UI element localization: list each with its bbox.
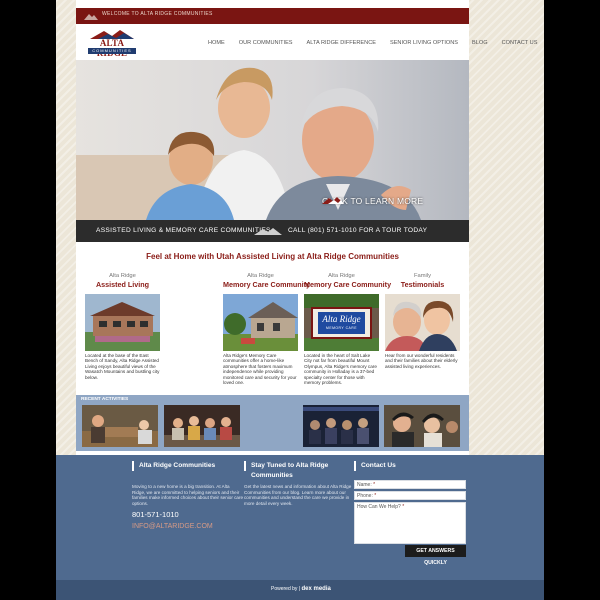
name-label: Name: bbox=[357, 482, 372, 488]
footer-about-title: Alta Ridge Communities bbox=[132, 461, 244, 471]
bottom-bar: Powered by | dex media bbox=[56, 580, 544, 600]
phone-label: Phone: bbox=[357, 493, 373, 499]
card-description: Located in the heart of Salt Lake City n… bbox=[304, 353, 377, 386]
recent-activities-strip: Recent Activities bbox=[76, 395, 469, 451]
banner-phone[interactable]: Call (801) 571-1010 for a Tour Today bbox=[288, 227, 427, 234]
activity-photo[interactable] bbox=[303, 405, 379, 447]
card-description: Alta Ridge's Memory Care communities off… bbox=[223, 353, 297, 386]
phone-field[interactable]: Phone: * bbox=[354, 491, 466, 500]
phone-banner: Assisted Living & Memory Care Communitie… bbox=[76, 220, 469, 242]
footer-phone[interactable]: 801-571-1010 bbox=[132, 510, 244, 519]
card-title[interactable]: Memory Care Community bbox=[223, 280, 310, 289]
recent-activities-label: Recent Activities bbox=[81, 397, 129, 402]
powered-by: Powered by | dex media bbox=[271, 586, 331, 592]
top-bar: Welcome to Alta Ridge Communities bbox=[76, 8, 469, 24]
logo-subtext: COMMUNITIES bbox=[88, 48, 136, 54]
card-title[interactable]: Memory Care Community bbox=[304, 280, 391, 289]
nav-blog[interactable]: BLOG bbox=[472, 40, 488, 46]
mountain-icon bbox=[254, 228, 282, 235]
building-photo[interactable] bbox=[85, 294, 160, 351]
activity-photo[interactable] bbox=[164, 405, 240, 447]
name-field[interactable]: Name: * bbox=[354, 480, 466, 489]
mountain-icon bbox=[322, 197, 344, 204]
community-card-memory-care-2[interactable]: Alta Ridge Memory Care Community Alta Ri… bbox=[304, 273, 391, 385]
nav-contact-us[interactable]: CONTACT US bbox=[502, 40, 538, 46]
footer-contact: Contact Us bbox=[354, 461, 469, 471]
footer-about-text: Moving to a new home is a big transition… bbox=[132, 484, 244, 506]
nav-our-communities[interactable]: OUR COMMUNITIES bbox=[239, 40, 293, 46]
main-nav: HOME OUR COMMUNITIES ALTA RIDGE DIFFEREN… bbox=[208, 40, 537, 46]
nav-senior-living-options[interactable]: SENIOR LIVING OPTIONS bbox=[390, 40, 458, 46]
community-card-assisted-living[interactable]: Alta Ridge Assisted Living Located at th… bbox=[85, 273, 160, 380]
footer-blog: Stay Tuned to Alta Ridge Communities Get… bbox=[244, 461, 352, 506]
hero-image[interactable]: Click to Learn More bbox=[76, 60, 469, 220]
testimonials-card[interactable]: Family Testimonials Hear from our wonder… bbox=[385, 273, 460, 369]
required-marker: * bbox=[402, 504, 405, 510]
card-pretitle: Alta Ridge bbox=[328, 273, 355, 279]
banner-services: Assisted Living & Memory Care Communitie… bbox=[96, 227, 271, 234]
card-title[interactable]: Testimonials bbox=[385, 280, 460, 289]
nav-alta-ridge-difference[interactable]: ALTA RIDGE DIFFERENCE bbox=[307, 40, 376, 46]
site-container: Welcome to Alta Ridge Communities ALTA R… bbox=[76, 0, 537, 455]
submit-button[interactable]: Get Answers Quickly bbox=[405, 545, 466, 566]
dex-media-logo[interactable]: dex media bbox=[302, 586, 331, 592]
welcome-text: Welcome to Alta Ridge Communities bbox=[102, 11, 213, 17]
nav-home[interactable]: HOME bbox=[208, 40, 225, 46]
house-photo[interactable] bbox=[223, 294, 298, 351]
help-label: How Can We Help? bbox=[357, 504, 401, 510]
card-title[interactable]: Assisted Living bbox=[85, 280, 160, 289]
sign-text: Alta Ridge bbox=[322, 314, 361, 324]
site-footer: Alta Ridge Communities Moving to a new h… bbox=[56, 455, 544, 580]
activity-photo[interactable] bbox=[384, 405, 460, 447]
required-marker: * bbox=[374, 493, 377, 499]
section-tagline: Feel at Home with Utah Assisted Living a… bbox=[146, 252, 399, 261]
message-field[interactable]: How Can We Help? * bbox=[354, 502, 466, 544]
card-pretitle: Alta Ridge bbox=[247, 273, 274, 279]
sign-subtext: MEMORY CARE bbox=[326, 326, 357, 330]
footer-blog-title: Stay Tuned to Alta Ridge Communities bbox=[244, 461, 352, 479]
card-description: Hear from our wonderful residents and th… bbox=[385, 353, 458, 369]
card-description: Located at the base of the East Bench of… bbox=[85, 353, 160, 380]
required-marker: * bbox=[373, 482, 376, 488]
card-pretitle: Alta Ridge bbox=[109, 273, 136, 279]
footer-email-link[interactable]: INFO@ALTARIDGE.COM bbox=[132, 523, 244, 530]
footer-contact-title: Contact Us bbox=[354, 461, 469, 471]
activity-photo[interactable] bbox=[82, 405, 158, 447]
learn-more-link[interactable]: Click to Learn More bbox=[322, 196, 423, 206]
site-header: ALTA RIDGE COMMUNITIES HOME OUR COMMUNIT… bbox=[76, 26, 537, 60]
site-logo[interactable]: ALTA RIDGE COMMUNITIES bbox=[84, 29, 140, 58]
community-card-memory-care-1[interactable]: Alta Ridge Memory Care Community Alta Ri… bbox=[223, 273, 310, 385]
footer-blog-text: Get the latest news and information abou… bbox=[244, 484, 352, 506]
people-photo[interactable] bbox=[385, 294, 460, 351]
card-pretitle: Family bbox=[413, 273, 432, 279]
powered-by-label: Powered by bbox=[271, 586, 298, 592]
mountain-icon bbox=[84, 14, 98, 20]
footer-about: Alta Ridge Communities Moving to a new h… bbox=[132, 461, 244, 530]
sign-photo[interactable]: Alta Ridge MEMORY CARE bbox=[304, 294, 379, 351]
